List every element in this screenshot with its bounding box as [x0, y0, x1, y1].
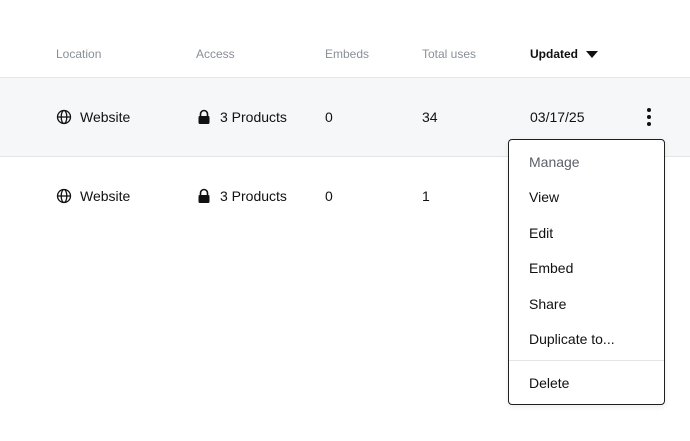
- lock-icon: [196, 109, 212, 125]
- access-text: 3 Products: [220, 109, 287, 125]
- access-cell: 3 Products: [196, 78, 287, 156]
- location-cell: Website: [56, 157, 130, 235]
- column-header-location: Location: [56, 47, 102, 61]
- globe-icon: [56, 188, 72, 204]
- total-uses-cell: 34: [422, 109, 438, 125]
- column-header-updated[interactable]: Updated: [530, 47, 598, 61]
- total-uses-cell: 1: [422, 188, 430, 204]
- column-header-updated-label: Updated: [530, 47, 578, 61]
- access-text: 3 Products: [220, 188, 287, 204]
- menu-item-share[interactable]: Share: [529, 296, 566, 312]
- embeds-cell: 0: [325, 109, 333, 125]
- location-text: Website: [80, 109, 131, 125]
- menu-item-delete[interactable]: Delete: [529, 375, 569, 391]
- embeds-cell: 0: [325, 188, 333, 204]
- menu-item-duplicate[interactable]: Duplicate to...: [529, 331, 615, 347]
- caret-down-icon[interactable]: [586, 50, 598, 58]
- access-cell: 3 Products: [196, 157, 287, 235]
- menu-item-manage: Manage: [529, 154, 580, 170]
- column-header-embeds: Embeds: [325, 47, 370, 61]
- location-text: Website: [80, 188, 131, 204]
- lock-icon: [196, 188, 212, 204]
- menu-divider: [509, 360, 664, 361]
- location-cell: Website: [56, 78, 130, 156]
- table-header: Location Access Embeds Total uses Update…: [0, 0, 690, 78]
- menu-item-edit[interactable]: Edit: [529, 225, 553, 241]
- kebab-menu-icon[interactable]: [638, 106, 660, 128]
- menu-item-embed[interactable]: Embed: [529, 260, 573, 276]
- menu-item-view[interactable]: View: [529, 189, 559, 205]
- column-header-total-uses: Total uses: [422, 47, 477, 61]
- row-context-menu: Manage View Edit Embed Share Duplicate t…: [508, 139, 665, 405]
- column-header-access: Access: [196, 47, 235, 61]
- globe-icon: [56, 109, 72, 125]
